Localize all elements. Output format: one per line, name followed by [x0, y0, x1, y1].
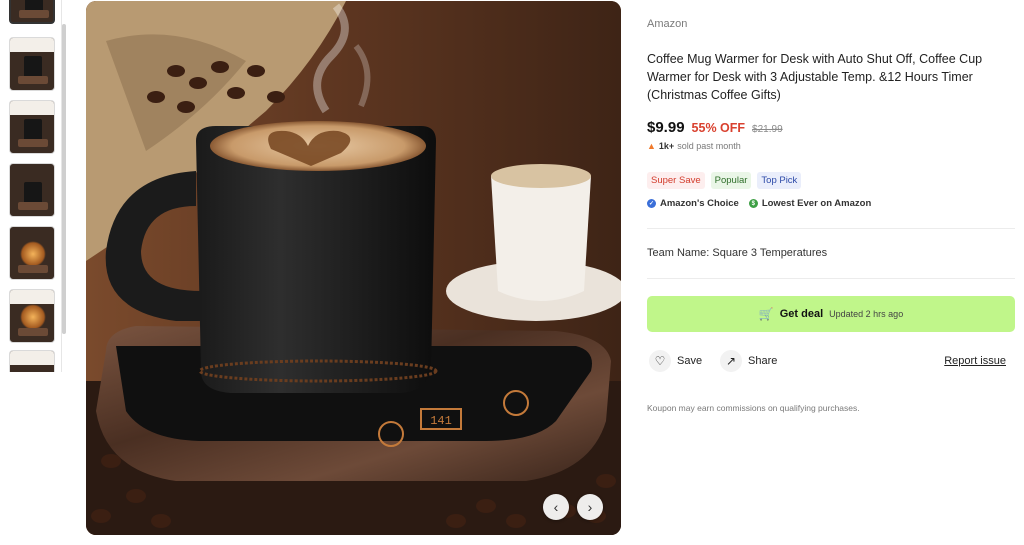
thumbnail-image: [24, 56, 42, 78]
brand-name[interactable]: Amazon: [647, 18, 687, 30]
price-row: $9.99 55% OFF $21.99: [647, 119, 783, 136]
cart-icon: 🛒: [758, 307, 774, 321]
badge-list: ✓ Amazon's Choice $ Lowest Ever on Amazo…: [647, 198, 871, 209]
thumbnail-image: [18, 139, 48, 147]
thumbnail-4[interactable]: [9, 163, 55, 217]
thumbnail-image: [10, 351, 54, 365]
gallery-prev-button[interactable]: ‹: [543, 494, 569, 520]
team-name: Team Name: Square 3 Temperatures: [647, 247, 828, 259]
discount-label: 55% OFF: [691, 121, 746, 135]
sold-count: 1k+: [658, 141, 675, 151]
thumbnail-image: [18, 265, 48, 273]
product-image: 141 ‹ ›: [86, 1, 621, 535]
chevron-right-icon: ›: [587, 499, 593, 515]
dollar-badge-icon: $: [748, 199, 758, 208]
thumbnail-image: [10, 290, 54, 304]
check-badge-icon: ✓: [647, 199, 656, 208]
thumbnail-image: [18, 328, 48, 336]
product-title: Coffee Mug Warmer for Desk with Auto Shu…: [647, 52, 983, 102]
sold-suffix: sold past month: [677, 141, 741, 151]
badge-amazons-choice: ✓ Amazon's Choice: [647, 198, 739, 209]
warmer-display-digits: 141: [430, 414, 452, 428]
tag-super-save: Super Save: [647, 172, 705, 189]
thumbnail-image: [10, 101, 54, 115]
heart-icon: ♡: [649, 350, 671, 372]
thumbnail-image: [20, 241, 46, 267]
divider: [647, 228, 1015, 229]
thumbnail-image: [10, 38, 54, 52]
thumbnail-image: [24, 119, 42, 141]
thumbnail-3[interactable]: [9, 100, 55, 154]
thumbnail-5[interactable]: [9, 226, 55, 280]
thumbnail-strip: [6, 0, 62, 372]
badge-label: Amazon's Choice: [660, 198, 739, 209]
save-label: Save: [677, 355, 703, 367]
deal-updated-text: Updated 2 hrs ago: [829, 309, 904, 319]
fire-icon: ▲: [647, 141, 656, 151]
divider: [647, 278, 1015, 279]
thumbnail-image: [24, 182, 42, 204]
report-issue-link[interactable]: Report issue: [944, 355, 1006, 367]
thumbnail-image: [18, 76, 48, 84]
share-button[interactable]: ↗ Share: [720, 350, 777, 372]
thumbnail-image: [20, 304, 46, 330]
chevron-left-icon: ‹: [553, 499, 559, 515]
tag-top-pick: Top Pick: [757, 172, 802, 189]
sold-info: ▲ 1k+ sold past month: [647, 141, 741, 151]
commission-disclaimer: Koupon may earn commissions on qualifyin…: [647, 403, 860, 413]
share-label: Share: [748, 355, 778, 367]
tag-popular: Popular: [710, 172, 752, 189]
badge-lowest-ever: $ Lowest Ever on Amazon: [748, 198, 872, 209]
thumbnail-1[interactable]: [9, 0, 55, 24]
product-photo-illustration: 141: [86, 1, 621, 535]
get-deal-label: Get deal: [779, 308, 824, 320]
tag-list: Super Save Popular Top Pick: [647, 172, 802, 189]
get-deal-button[interactable]: 🛒 Get deal Updated 2 hrs ago: [647, 296, 1015, 332]
thumbnail-image: [19, 10, 49, 18]
thumbnail-image: [18, 202, 48, 210]
white-cup: [491, 176, 591, 301]
thumbnail-7[interactable]: [9, 350, 55, 372]
thumbnail-scrollbar[interactable]: [62, 24, 66, 334]
share-icon: ↗: [720, 350, 742, 372]
action-row: ♡ Save ↗ Share Report issue: [647, 350, 1015, 374]
original-price: $21.99: [752, 124, 783, 135]
current-price: $9.99: [647, 119, 685, 136]
badge-label: Lowest Ever on Amazon: [761, 198, 872, 209]
thumbnail-2[interactable]: [9, 37, 55, 91]
white-cup-coffee: [491, 164, 591, 188]
thumbnail-6[interactable]: [9, 289, 55, 343]
gallery-next-button[interactable]: ›: [577, 494, 603, 520]
save-button[interactable]: ♡ Save: [649, 350, 702, 372]
